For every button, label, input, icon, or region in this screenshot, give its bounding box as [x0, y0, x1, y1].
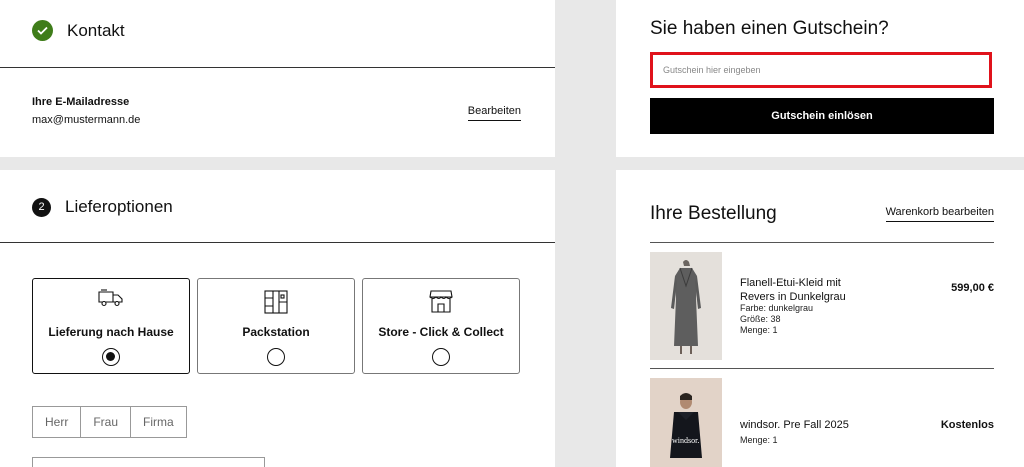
contact-section: Kontakt Ihre E-Mailadresse max@musterman…	[0, 0, 555, 157]
salutation-selector: Herr Frau Firma	[32, 406, 187, 438]
divider	[650, 242, 994, 243]
email-value: max@mustermann.de	[32, 114, 141, 126]
radio-selected[interactable]	[102, 348, 120, 366]
coupon-input[interactable]	[650, 52, 992, 88]
radio-unselected[interactable]	[432, 348, 450, 366]
coupon-title: Sie haben einen Gutschein?	[650, 18, 889, 39]
delivery-title: Lieferoptionen	[65, 197, 173, 216]
delivery-option-home[interactable]: Lieferung nach Hause	[32, 278, 190, 374]
coupon-section: Sie haben einen Gutschein? Gutschein ein…	[616, 0, 1024, 157]
redeem-coupon-button[interactable]: Gutschein einlösen	[650, 98, 994, 134]
product-color: Farbe: dunkelgrau	[740, 303, 814, 313]
delivery-option-packstation[interactable]: Packstation	[197, 278, 355, 374]
packstation-icon	[198, 289, 354, 315]
salutation-herr-button[interactable]: Herr	[32, 406, 82, 438]
checkout-page: Kontakt Ihre E-Mailadresse max@musterman…	[0, 0, 1024, 467]
store-icon	[363, 289, 519, 313]
edit-cart-link[interactable]: Warenkorb bearbeiten	[885, 206, 994, 222]
check-icon	[32, 20, 53, 41]
divider	[650, 368, 994, 369]
radio-unselected[interactable]	[267, 348, 285, 366]
divider	[0, 242, 555, 243]
order-summary-section: Ihre Bestellung Warenkorb bearbeiten Fla…	[616, 170, 1024, 467]
name-input[interactable]	[32, 457, 265, 467]
product-price: Kostenlos	[940, 419, 994, 431]
product-price: 599,00 €	[951, 282, 994, 294]
salutation-firma-button[interactable]: Firma	[130, 406, 187, 438]
catalog-wordmark: windsor.	[672, 436, 700, 445]
product-quantity: Menge: 1	[740, 435, 778, 445]
contact-header: Kontakt	[32, 20, 125, 41]
product-image-catalog[interactable]: windsor.	[650, 378, 722, 467]
edit-contact-link[interactable]: Bearbeiten	[467, 105, 521, 121]
product-name: Flanell-Etui-Kleid mit Revers in Dunkelg…	[740, 277, 846, 303]
contact-title: Kontakt	[67, 20, 125, 40]
product-size: Größe: 38	[740, 314, 781, 324]
delivery-option-label: Lieferung nach Hause	[48, 325, 174, 339]
delivery-option-store[interactable]: Store - Click & Collect	[362, 278, 520, 374]
email-label: Ihre E-Mailadresse	[32, 96, 130, 108]
delivery-option-label: Store - Click & Collect	[378, 325, 504, 339]
step-number-badge: 2	[32, 197, 51, 217]
salutation-frau-button[interactable]: Frau	[80, 406, 132, 438]
product-quantity: Menge: 1	[740, 325, 778, 335]
delivery-option-label: Packstation	[242, 325, 310, 339]
order-title: Ihre Bestellung	[650, 203, 777, 224]
truck-icon	[33, 289, 189, 307]
delivery-header: 2 Lieferoptionen	[32, 197, 173, 217]
product-image-dress[interactable]	[650, 252, 722, 360]
divider	[0, 67, 555, 68]
product-name: windsor. Pre Fall 2025	[740, 419, 849, 431]
